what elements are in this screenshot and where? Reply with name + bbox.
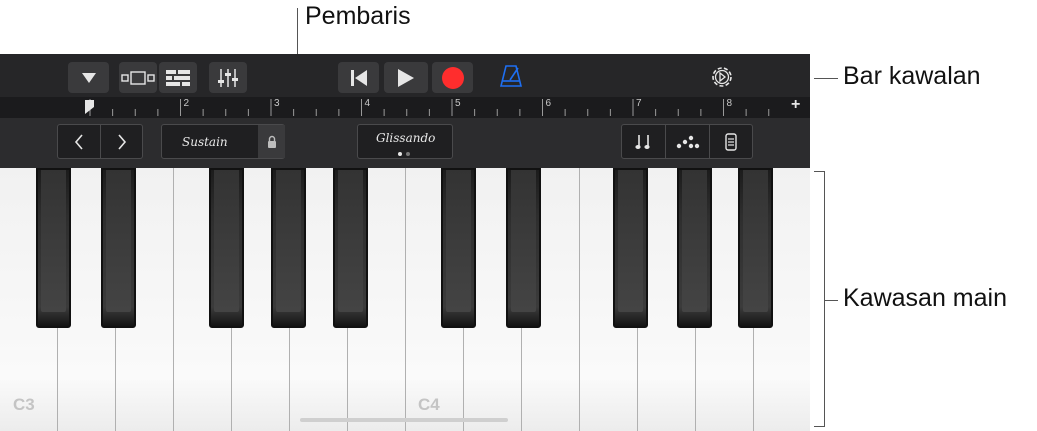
chevron-right-icon <box>117 133 126 150</box>
black-key[interactable] <box>271 168 306 328</box>
navigation-button[interactable] <box>68 62 109 93</box>
glissando-label: Glissando <box>376 131 436 145</box>
black-key[interactable] <box>677 168 712 328</box>
mixer-icon <box>218 68 238 87</box>
key-label-c4: C4 <box>418 395 440 414</box>
sustain-label: Sustain <box>182 135 228 149</box>
record-button[interactable] <box>432 62 473 93</box>
skip-back-icon <box>350 69 367 86</box>
black-key-face <box>214 170 239 312</box>
control-bar <box>0 54 810 100</box>
octave-down-button[interactable] <box>58 125 101 158</box>
black-key[interactable] <box>441 168 476 328</box>
key-label-c3: C3 <box>13 395 35 414</box>
metronome-icon <box>499 65 523 87</box>
ruler-bar-number: 7 <box>636 98 642 109</box>
keyboard-mode-group <box>621 124 753 159</box>
tracks-icon <box>166 69 190 86</box>
ruler[interactable]: 2 3 4 5 6 7 8 + <box>0 97 810 118</box>
sustain-lock-button[interactable] <box>258 125 285 158</box>
arpeggiator-button[interactable] <box>666 125 710 158</box>
sustain-button[interactable]: Sustain <box>161 124 285 159</box>
record-icon <box>441 66 464 89</box>
play-area-bracket-top <box>814 171 824 172</box>
black-key-face <box>276 170 301 312</box>
ruler-bar-number: 2 <box>183 98 190 109</box>
play-area-bracket <box>824 171 825 427</box>
lock-icon <box>267 135 276 148</box>
ruler-bar-number: 8 <box>726 98 733 109</box>
control-bar-callout-line <box>814 78 838 79</box>
keyboard-settings-button[interactable] <box>710 125 752 158</box>
play-area-callout: Kawasan main <box>843 284 1007 312</box>
page-indicator-dots <box>398 152 410 156</box>
gear-icon <box>712 67 732 87</box>
play-area-callout-line <box>825 300 838 301</box>
keyboard-play-area[interactable]: C3 C4 <box>0 168 810 431</box>
ruler-bar-number: 4 <box>364 98 371 109</box>
add-section-button[interactable]: + <box>791 97 800 114</box>
black-key[interactable] <box>36 168 71 328</box>
triangle-down-icon <box>81 72 96 83</box>
settings-button[interactable] <box>710 65 734 89</box>
black-key[interactable] <box>506 168 541 328</box>
black-key-face <box>682 170 707 312</box>
ruler-bar-number: 6 <box>545 98 552 109</box>
music-note-icon <box>634 134 650 149</box>
keyboard-layout-icon <box>725 132 737 151</box>
octave-up-button[interactable] <box>101 125 142 158</box>
black-key-face <box>511 170 536 312</box>
tracks-view-button[interactable] <box>159 62 197 93</box>
play-button[interactable] <box>384 62 428 93</box>
view-toggle-icon <box>121 70 155 85</box>
black-key[interactable] <box>333 168 368 328</box>
glissando-button[interactable]: Glissando <box>357 124 453 159</box>
play-icon <box>398 68 414 87</box>
octave-switcher <box>57 124 143 159</box>
go-to-beginning-button[interactable] <box>338 62 379 93</box>
black-key-face <box>743 170 768 312</box>
view-button[interactable] <box>119 62 157 93</box>
black-key[interactable] <box>101 168 136 328</box>
pembaris-callout: Pembaris <box>305 2 411 30</box>
black-key-face <box>41 170 66 312</box>
ruler-bar-number: 5 <box>455 98 461 109</box>
play-area-bracket-bottom <box>814 426 824 427</box>
chevron-left-icon <box>74 133 83 150</box>
scale-button[interactable] <box>622 125 666 158</box>
black-key-face <box>618 170 643 312</box>
arpeggiator-icon <box>676 135 699 148</box>
metronome-button[interactable] <box>499 64 523 88</box>
mixer-button[interactable] <box>209 62 247 93</box>
ruler-ticks <box>89 99 770 116</box>
black-key-face <box>338 170 363 312</box>
black-key-face <box>446 170 471 312</box>
black-key[interactable] <box>209 168 244 328</box>
home-indicator <box>300 418 508 422</box>
black-key[interactable] <box>738 168 773 328</box>
control-bar-callout: Bar kawalan <box>843 62 981 90</box>
black-key-face <box>106 170 131 312</box>
black-key[interactable] <box>613 168 648 328</box>
smart-controls-strip: Sustain Glissando <box>0 118 810 168</box>
ruler-bar-number: 3 <box>274 98 280 109</box>
playhead-icon[interactable] <box>84 99 96 115</box>
